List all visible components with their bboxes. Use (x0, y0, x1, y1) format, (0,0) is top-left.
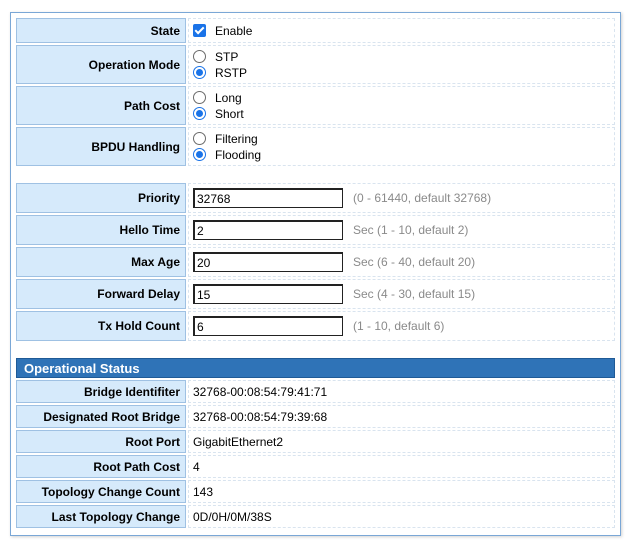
status-label: Last Topology Change (16, 505, 186, 528)
operation-mode-option-stp[interactable]: STP (193, 49, 238, 65)
radio-checked-icon[interactable] (193, 107, 206, 120)
max-age-value: Sec (6 - 40, default 20) (188, 247, 615, 277)
radio-checked-icon[interactable] (193, 66, 206, 79)
path-cost-label: Path Cost (16, 86, 186, 125)
radio-unchecked-icon[interactable] (193, 132, 206, 145)
forward-delay-hint: Sec (4 - 30, default 15) (353, 287, 476, 301)
max-age-label: Max Age (16, 247, 186, 277)
bpdu-handling-option-flooding[interactable]: Flooding (193, 147, 261, 163)
forward-delay-label: Forward Delay (16, 279, 186, 309)
status-label: Root Path Cost (16, 455, 186, 478)
option-label: STP (215, 49, 239, 64)
path-cost-row: Path Cost Long Short (16, 86, 615, 125)
forward-delay-row: Forward Delay Sec (4 - 30, default 15) (16, 279, 615, 309)
forward-delay-value: Sec (4 - 30, default 15) (188, 279, 615, 309)
status-label: Root Port (16, 430, 186, 453)
max-age-row: Max Age Sec (6 - 40, default 20) (16, 247, 615, 277)
path-cost-option-long[interactable]: Long (193, 90, 242, 106)
option-label: Filtering (215, 131, 258, 146)
operation-mode-option-rstp[interactable]: RSTP (193, 65, 247, 81)
priority-value: (0 - 61440, default 32768) (188, 183, 615, 213)
status-row-designated-root-bridge: Designated Root Bridge 32768-00:08:54:79… (16, 405, 615, 428)
option-label: Long (215, 90, 242, 105)
tx-hold-count-label: Tx Hold Count (16, 311, 186, 341)
hello-time-value: Sec (1 - 10, default 2) (188, 215, 615, 245)
path-cost-option-short[interactable]: Short (193, 106, 244, 122)
state-enable-option[interactable]: Enable (193, 23, 252, 39)
radio-checked-icon[interactable] (193, 148, 206, 161)
status-value: 0D/0H/0M/38S (188, 505, 615, 528)
priority-input[interactable] (193, 188, 343, 208)
option-label: RSTP (215, 65, 248, 80)
max-age-input[interactable] (193, 252, 343, 272)
status-row-topology-change-count: Topology Change Count 143 (16, 480, 615, 503)
bpdu-handling-option-filtering[interactable]: Filtering (193, 131, 258, 147)
hello-time-label: Hello Time (16, 215, 186, 245)
path-cost-value: Long Short (188, 86, 615, 125)
operational-status-header: Operational Status (16, 358, 615, 378)
status-label: Designated Root Bridge (16, 405, 186, 428)
status-row-root-port: Root Port GigabitEthernet2 (16, 430, 615, 453)
priority-hint: (0 - 61440, default 32768) (353, 191, 492, 205)
option-label: Flooding (215, 147, 262, 162)
priority-row: Priority (0 - 61440, default 32768) (16, 183, 615, 213)
bpdu-handling-row: BPDU Handling Filtering Flooding (16, 127, 615, 166)
tx-hold-count-input[interactable] (193, 316, 343, 336)
status-label: Topology Change Count (16, 480, 186, 503)
state-enable-label: Enable (215, 23, 253, 38)
operation-mode-row: Operation Mode STP RSTP (16, 45, 615, 84)
state-row: State Enable (16, 18, 615, 43)
status-label: Bridge Identifiter (16, 380, 186, 403)
checkbox-checked-icon[interactable] (193, 24, 206, 37)
state-value: Enable (188, 18, 615, 43)
operation-mode-value: STP RSTP (188, 45, 615, 84)
tx-hold-count-row: Tx Hold Count (1 - 10, default 6) (16, 311, 615, 341)
option-label: Short (215, 106, 244, 121)
priority-label: Priority (16, 183, 186, 213)
status-value: 4 (188, 455, 615, 478)
hello-time-hint: Sec (1 - 10, default 2) (353, 223, 469, 237)
hello-time-row: Hello Time Sec (1 - 10, default 2) (16, 215, 615, 245)
bpdu-handling-label: BPDU Handling (16, 127, 186, 166)
status-row-last-topology-change: Last Topology Change 0D/0H/0M/38S (16, 505, 615, 528)
status-value: GigabitEthernet2 (188, 430, 615, 453)
hello-time-input[interactable] (193, 220, 343, 240)
status-value: 32768-00:08:54:79:41:71 (188, 380, 615, 403)
max-age-hint: Sec (6 - 40, default 20) (353, 255, 476, 269)
status-row-bridge-identifier: Bridge Identifiter 32768-00:08:54:79:41:… (16, 380, 615, 403)
forward-delay-input[interactable] (193, 284, 343, 304)
status-value: 32768-00:08:54:79:39:68 (188, 405, 615, 428)
state-label: State (16, 18, 186, 43)
radio-unchecked-icon[interactable] (193, 91, 206, 104)
radio-unchecked-icon[interactable] (193, 50, 206, 63)
operation-mode-label: Operation Mode (16, 45, 186, 84)
bpdu-handling-value: Filtering Flooding (188, 127, 615, 166)
stp-settings-panel: State Enable Operation Mode STP RSTP Pat… (10, 12, 621, 536)
tx-hold-count-hint: (1 - 10, default 6) (353, 319, 445, 333)
status-row-root-path-cost: Root Path Cost 4 (16, 455, 615, 478)
status-value: 143 (188, 480, 615, 503)
tx-hold-count-value: (1 - 10, default 6) (188, 311, 615, 341)
